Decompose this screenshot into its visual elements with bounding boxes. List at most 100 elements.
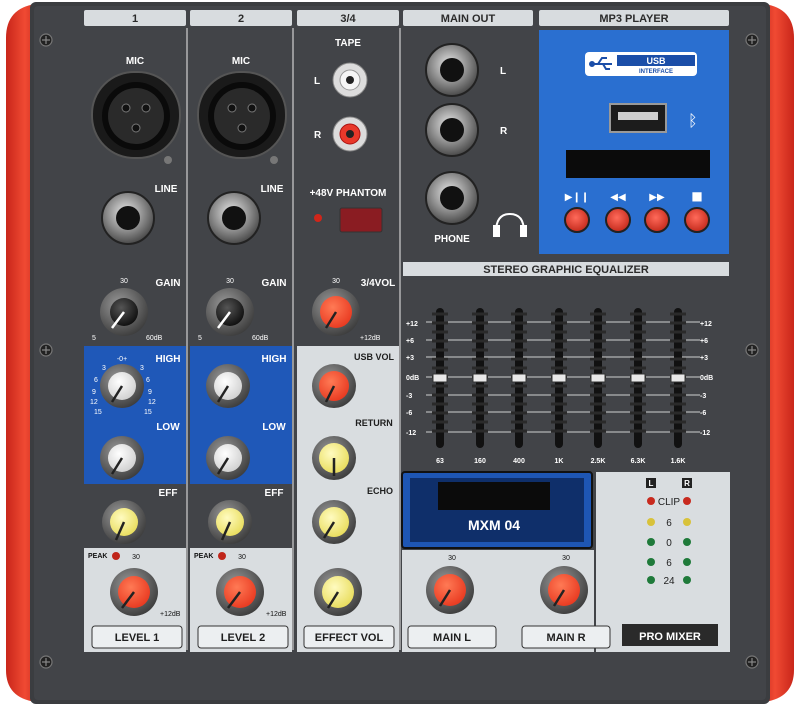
effect-vol-label: EFFECT VOL [315, 632, 384, 644]
svg-text:6: 6 [666, 518, 672, 529]
svg-text:PEAK: PEAK [88, 553, 107, 560]
svg-text:30: 30 [226, 278, 234, 285]
svg-text:-3: -3 [700, 393, 706, 400]
gain-label: GAIN [156, 278, 181, 289]
mic-label: MIC [126, 56, 144, 67]
eq-slider-7[interactable] [670, 373, 686, 383]
svg-text:+12dB: +12dB [160, 611, 181, 618]
svg-text:PEAK: PEAK [194, 553, 213, 560]
phantom-switch[interactable] [339, 207, 383, 233]
svg-text:STEREO GRAPHIC EQUALIZER: STEREO GRAPHIC EQUALIZER [483, 264, 649, 276]
svg-text:INTERFACE: INTERFACE [639, 69, 673, 75]
svg-text:3: 3 [102, 365, 106, 372]
svg-text:24: 24 [663, 576, 675, 587]
svg-text:-12: -12 [406, 430, 416, 437]
eq-slider-3[interactable] [511, 373, 527, 383]
phantom-led [314, 214, 322, 222]
svg-text:+6: +6 [406, 338, 414, 345]
level1-label: LEVEL 1 [115, 632, 159, 644]
svg-text:LINE: LINE [261, 184, 284, 195]
bluetooth-icon: ᛒ [688, 113, 698, 130]
model-name: MXM 04 [468, 517, 520, 533]
svg-text:9: 9 [92, 389, 96, 396]
svg-text:2.5K: 2.5K [591, 458, 606, 465]
play-pause-button[interactable] [564, 207, 590, 233]
svg-text:0dB: 0dB [406, 375, 419, 382]
main-r-label: MAIN R [546, 632, 585, 644]
svg-text:5: 5 [92, 335, 96, 342]
svg-text:USB VOL: USB VOL [354, 352, 395, 362]
svg-text:L: L [500, 66, 506, 77]
svg-text:-6: -6 [406, 410, 412, 417]
eq-slider-5[interactable] [590, 373, 606, 383]
line-label: LINE [155, 184, 178, 195]
peak-led-1 [112, 552, 120, 560]
svg-text:+6: +6 [700, 338, 708, 345]
svg-text:MIC: MIC [232, 56, 250, 67]
section-label-ch1: 1 [132, 13, 138, 25]
svg-text:6: 6 [666, 558, 672, 569]
section-label-main-out: MAIN OUT [441, 13, 496, 25]
svg-text:30: 30 [132, 554, 140, 561]
previous-button[interactable] [605, 207, 631, 233]
svg-text:L: L [314, 76, 320, 87]
svg-text:30: 30 [448, 555, 456, 562]
svg-text:CLIP: CLIP [658, 497, 681, 508]
svg-text:-12: -12 [700, 430, 710, 437]
svg-text:0: 0 [666, 538, 672, 549]
level2-label: LEVEL 2 [221, 632, 265, 644]
peak-led-2 [218, 552, 226, 560]
mixer-photo: 1 2 3/4 MAIN OUT MP3 PLAYER MIC LINE GAI… [6, 2, 794, 704]
svg-text:+3: +3 [406, 355, 414, 362]
svg-text:1K: 1K [555, 458, 564, 465]
svg-text:HIGH: HIGH [156, 354, 181, 365]
section-label-ch2: 2 [238, 13, 244, 25]
svg-text:+12dB: +12dB [266, 611, 287, 618]
svg-text:15: 15 [94, 409, 102, 416]
svg-text:+12: +12 [700, 321, 712, 328]
svg-text:PHONE: PHONE [434, 234, 470, 245]
svg-text:60dB: 60dB [252, 335, 269, 342]
next-button[interactable] [644, 207, 670, 233]
svg-text:+3: +3 [700, 355, 708, 362]
svg-text:0dB: 0dB [700, 375, 713, 382]
stop-button[interactable] [684, 207, 710, 233]
eq-slider-1[interactable] [432, 373, 448, 383]
next-icon: ▶▶ [649, 192, 665, 203]
stop-icon: ■ [691, 189, 702, 203]
svg-text:3/4VOL: 3/4VOL [361, 278, 395, 289]
mp3-display [566, 150, 710, 178]
svg-text:6.3K: 6.3K [631, 458, 646, 465]
svg-text:RETURN: RETURN [355, 418, 393, 428]
svg-text:R: R [684, 479, 690, 488]
mp3-player: USB INTERFACE ᛒ ▶❙❙ ◀◀ ▶▶ ■ [539, 30, 729, 254]
svg-text:GAIN: GAIN [262, 278, 287, 289]
eq-slider-6[interactable] [630, 373, 646, 383]
svg-text:15: 15 [144, 409, 152, 416]
eq-slider-2[interactable] [472, 373, 488, 383]
svg-text:60dB: 60dB [146, 335, 163, 342]
svg-text:USB: USB [646, 56, 666, 66]
svg-text:LOW: LOW [156, 422, 180, 433]
svg-text:1.6K: 1.6K [671, 458, 686, 465]
svg-text:ECHO: ECHO [367, 486, 393, 496]
section-label-ch34: 3/4 [340, 13, 356, 25]
svg-text:9: 9 [148, 389, 152, 396]
svg-text:6: 6 [94, 377, 98, 384]
svg-text:HIGH: HIGH [262, 354, 287, 365]
svg-text:63: 63 [436, 458, 444, 465]
svg-text:+48V PHANTOM: +48V PHANTOM [310, 188, 387, 199]
svg-text:30: 30 [562, 555, 570, 562]
svg-text:EFF: EFF [265, 488, 284, 499]
eq-slider-4[interactable] [551, 373, 567, 383]
svg-text:-0+: -0+ [117, 356, 127, 363]
svg-text:R: R [314, 130, 322, 141]
svg-text:3: 3 [140, 365, 144, 372]
svg-text:30: 30 [238, 554, 246, 561]
svg-text:400: 400 [513, 458, 525, 465]
svg-text:-6: -6 [700, 410, 706, 417]
svg-text:30: 30 [120, 278, 128, 285]
brand-label: PRO MIXER [639, 631, 701, 643]
svg-text:5: 5 [198, 335, 202, 342]
svg-text:-3: -3 [406, 393, 412, 400]
